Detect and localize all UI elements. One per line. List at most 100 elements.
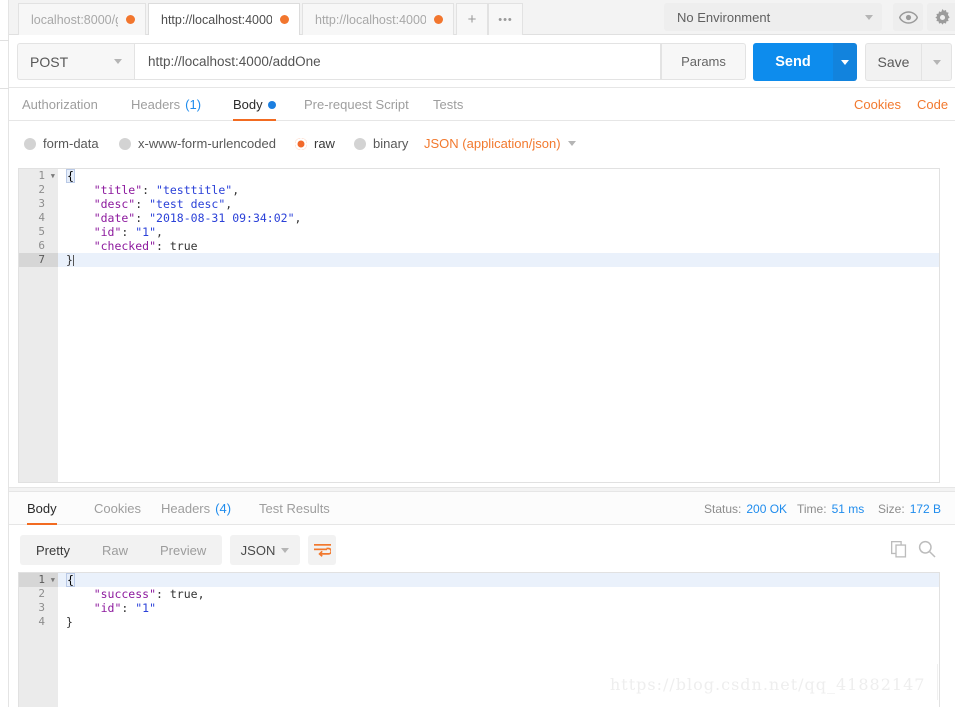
body-type-form-data[interactable]: form-data xyxy=(24,121,99,166)
body-type-row: form-data x-www-form-urlencoded raw bina… xyxy=(9,121,955,166)
chevron-down-icon xyxy=(281,547,290,553)
status-badge: Status: 200 OK xyxy=(704,492,787,525)
line-gutter-filler xyxy=(19,407,58,421)
request-body-editor[interactable]: 1 ▼ 2 3 4 5 6 7 { "title": "testtitle", "desc":… xyxy=(18,168,940,483)
response-tab-headers[interactable]: Headers (4) xyxy=(161,492,231,525)
body-type-raw[interactable]: raw xyxy=(295,121,335,166)
chevron-down-icon xyxy=(865,14,873,20)
code-token: : xyxy=(156,587,170,601)
body-type-binary[interactable]: binary xyxy=(354,121,408,166)
line-gutter-filler xyxy=(19,435,58,449)
tab-tests-label: Tests xyxy=(433,97,464,112)
save-options-button[interactable] xyxy=(921,43,952,81)
request-tab-1-title: localhost:8000/graphq xyxy=(31,12,118,27)
response-tab-test-results[interactable]: Test Results xyxy=(259,492,330,525)
new-tab-button[interactable]: + xyxy=(456,3,488,35)
request-section-tabs: Authorization Headers (1) Body Pre-reque… xyxy=(9,88,955,121)
line-gutter-filler xyxy=(19,309,58,323)
request-editor-gutter: 1 ▼ 2 3 4 5 6 7 xyxy=(19,169,58,482)
wrap-lines-button[interactable] xyxy=(308,535,336,565)
line-gutter-filler xyxy=(19,295,58,309)
request-tab-3[interactable]: http://localhost:4000/ xyxy=(302,3,454,35)
code-token: "success" xyxy=(66,587,157,601)
request-url-bar: POST http://localhost:4000/addOne Params… xyxy=(9,35,955,88)
line-number: 3 xyxy=(38,601,45,614)
code-line: "date": "2018-08-31 09:34:02", xyxy=(58,211,939,225)
line-gutter-filler xyxy=(19,337,58,351)
cookies-link[interactable]: Cookies xyxy=(854,88,901,121)
tab-authorization-label: Authorization xyxy=(22,97,98,112)
gear-icon xyxy=(934,8,950,25)
content-type-select[interactable]: JSON (application/json) xyxy=(424,121,576,166)
send-button[interactable]: Send xyxy=(753,43,833,81)
status-label: Status: xyxy=(704,501,742,516)
matching-brace: { xyxy=(66,169,75,183)
view-mode-pretty-label: Pretty xyxy=(36,542,70,558)
fold-toggle-icon[interactable]: ▼ xyxy=(51,573,55,587)
body-type-urlencoded-label: x-www-form-urlencoded xyxy=(138,136,276,151)
code-link[interactable]: Code xyxy=(917,88,948,121)
plus-icon: + xyxy=(467,11,477,28)
code-link-label: Code xyxy=(917,97,949,112)
more-tabs-button[interactable]: ••• xyxy=(488,3,523,35)
tab-tests[interactable]: Tests xyxy=(433,88,463,121)
code-token: , xyxy=(232,183,240,197)
response-tab-body[interactable]: Body xyxy=(27,492,57,525)
code-token: : xyxy=(121,225,136,239)
save-button[interactable]: Save xyxy=(865,43,921,81)
tab-authorization[interactable]: Authorization xyxy=(22,88,98,121)
request-tab-2[interactable]: http://localhost:4000/ xyxy=(148,3,300,35)
chevron-down-icon xyxy=(114,59,122,64)
request-tab-1[interactable]: localhost:8000/graphq xyxy=(18,3,146,35)
params-button[interactable]: Params xyxy=(661,43,746,80)
code-token: : xyxy=(121,601,136,615)
tab-body[interactable]: Body xyxy=(233,88,276,121)
environment-quick-look-button[interactable] xyxy=(893,3,923,31)
search-icon xyxy=(918,540,936,558)
response-tab-headers-count: (4) xyxy=(215,501,232,516)
line-number: 3 xyxy=(38,197,45,210)
request-url-input[interactable]: http://localhost:4000/addOne xyxy=(134,43,661,80)
line-gutter-filler xyxy=(19,351,58,365)
body-type-urlencoded[interactable]: x-www-form-urlencoded xyxy=(119,121,276,166)
code-line: "checked": true xyxy=(58,239,939,253)
line-number: 4 xyxy=(38,615,45,628)
search-response-button[interactable] xyxy=(915,537,939,561)
fold-toggle-icon[interactable]: ▼ xyxy=(51,169,55,183)
response-tab-cookies-label: Cookies xyxy=(94,501,141,516)
view-mode-preview-label: Preview xyxy=(159,542,207,558)
ellipsis-icon: ••• xyxy=(498,13,513,26)
tab-pre-request-script[interactable]: Pre-request Script xyxy=(304,88,409,121)
code-token: , xyxy=(156,225,163,239)
view-mode-preview[interactable]: Preview xyxy=(144,535,222,565)
request-editor-code[interactable]: { "title": "testtitle", "desc": "test de… xyxy=(58,169,939,482)
code-line: "id": "1", xyxy=(58,225,939,239)
time-label: Time: xyxy=(797,501,827,516)
code-token: "desc" xyxy=(66,197,136,211)
code-token: : xyxy=(135,197,150,211)
code-token: "checked" xyxy=(66,239,157,253)
matching-brace: { xyxy=(66,573,75,587)
time-value: 51 ms xyxy=(831,501,865,516)
tab-headers[interactable]: Headers (1) xyxy=(131,88,201,121)
line-number: 4 xyxy=(38,211,45,224)
copy-response-button[interactable] xyxy=(887,537,911,561)
response-format-select[interactable]: JSON xyxy=(230,535,300,565)
line-number: 7 xyxy=(19,253,58,267)
send-options-button[interactable] xyxy=(833,43,857,81)
size-badge: Size: 172 B xyxy=(878,492,941,525)
settings-button[interactable] xyxy=(927,3,955,31)
save-label: Save xyxy=(877,54,910,70)
environment-select[interactable]: No Environment xyxy=(664,3,882,31)
view-mode-raw[interactable]: Raw xyxy=(86,535,144,565)
response-tab-cookies[interactable]: Cookies xyxy=(94,492,141,525)
response-tab-test-results-label: Test Results xyxy=(259,501,330,516)
line-gutter-filler xyxy=(19,421,58,435)
line-gutter-filler xyxy=(19,281,58,295)
line-number: 1 ▼ xyxy=(19,573,58,587)
status-value: 200 OK xyxy=(746,501,788,516)
http-method-select[interactable]: POST xyxy=(17,43,134,80)
params-label: Params xyxy=(681,54,726,69)
code-token: } xyxy=(66,615,73,629)
view-mode-pretty[interactable]: Pretty xyxy=(20,535,86,565)
